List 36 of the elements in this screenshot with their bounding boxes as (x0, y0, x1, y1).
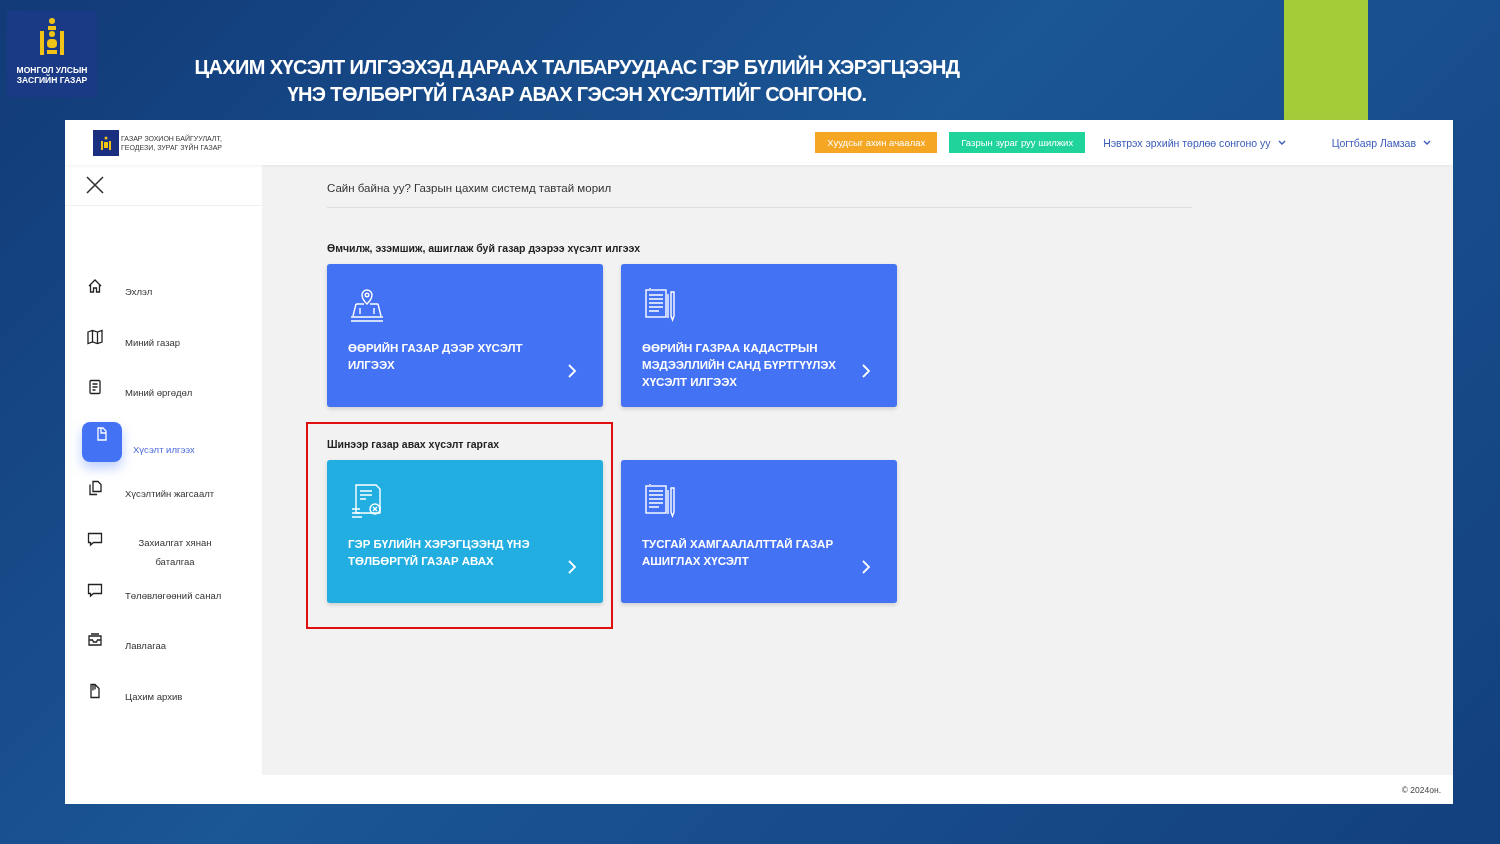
chevron-right-icon (861, 560, 871, 574)
nav-item[interactable]: Эхлэл (125, 286, 153, 297)
chevron-right-icon (567, 560, 577, 574)
nav-item[interactable]: Хүсэлт илгээх (133, 443, 195, 455)
service-card[interactable]: ӨӨРИЙН ГАЗРАА КАДАСТРЫН МЭДЭЭЛЛИЙН САНД БҮРТГҮҮЛЭХ ХҮСЭЛТ ИЛГЭЭХ (621, 264, 897, 407)
copyright-text: © 2024он. (1401, 784, 1441, 795)
welcome-text: Сайн байна уу? Газрын цахим системд тавтай морил (327, 182, 613, 194)
card-title: ГЭР БҮЛИЙН ХЭРЭГЦЭЭНД ҮНЭ ТӨЛБӨРГҮЙ ГАЗАР АВАХ (348, 537, 531, 569)
dropdown-menu[interactable]: Цогтбаяр Ламзав (1331, 136, 1431, 149)
slide-title: ҮНЭ ТӨЛБӨРГҮЙ ГАЗАР АВАХ ГЭСЭН ХҮСЭЛТИЙГ СОНГОНО. (287, 81, 867, 107)
card-icon (348, 286, 386, 324)
section-heading: Шинээр газар авах хүсэлт гаргах (327, 438, 501, 450)
service-card[interactable]: ӨӨРИЙН ГАЗАР ДЭЭР ХҮСЭЛТ ИЛГЭЭХ (327, 264, 603, 407)
card-title: ТУСГАЙ ХАМГААЛАЛТТАЙ ГАЗАР АШИГЛАХ ХҮСЭЛТ (642, 537, 835, 569)
card-title: ӨӨРИЙН ГАЗРАА КАДАСТРЫН МЭДЭЭЛЛИЙН САНД БҮРТГҮҮЛЭХ ХҮСЭЛТ ИЛГЭЭХ (642, 341, 837, 390)
emblem-icon (40, 17, 64, 57)
section-heading: Өмчилж, эзэмшиж, ашиглаж буй газар дээрээ хүсэлт илгээх (327, 242, 642, 254)
logo-text: ЗАСГИЙН ГАЗАР (16, 75, 88, 85)
card-title: ӨӨРИЙН ГАЗАР ДЭЭР ХҮСЭЛТ ИЛГЭЭХ (348, 341, 524, 373)
agency-logo-icon (93, 129, 119, 156)
chevron-right-icon (861, 364, 871, 378)
nav-item[interactable]: Цахим архив (125, 690, 183, 702)
chevron-right-icon (567, 364, 577, 378)
close-icon[interactable] (86, 176, 104, 194)
nav-item[interactable]: Хүсэлтийн жагсаалт (125, 488, 215, 500)
nav-item[interactable]: Миний газар (125, 336, 181, 348)
nav-item[interactable]: Лавлагаа (125, 640, 166, 652)
logo-text: МОНГОЛ УЛСЫН (16, 65, 88, 75)
nav-item[interactable]: Миний өргөдөл (125, 387, 193, 399)
dropdown-menu[interactable]: Нэвтрэх эрхийн төрлөө сонгоно уу (1103, 136, 1286, 149)
nav-item[interactable]: Захиалгат хянан баталгаа (125, 532, 225, 571)
slide-title: ЦАХИМ ХҮСЭЛТ ИЛГЭЭХЭД ДАРААХ ТАЛБАРУУДААС ГЭР БҮЛИЙН ХЭРЭГЦЭЭНД (194, 54, 960, 80)
nav-item[interactable]: Төлөвлөгөөний санал (125, 589, 222, 601)
service-card[interactable]: ТУСГАЙ ХАМГААЛАЛТТАЙ ГАЗАР АШИГЛАХ ХҮСЭЛТ (621, 460, 897, 603)
chevron-down-icon (1277, 139, 1286, 146)
chevron-down-icon (1423, 139, 1431, 146)
